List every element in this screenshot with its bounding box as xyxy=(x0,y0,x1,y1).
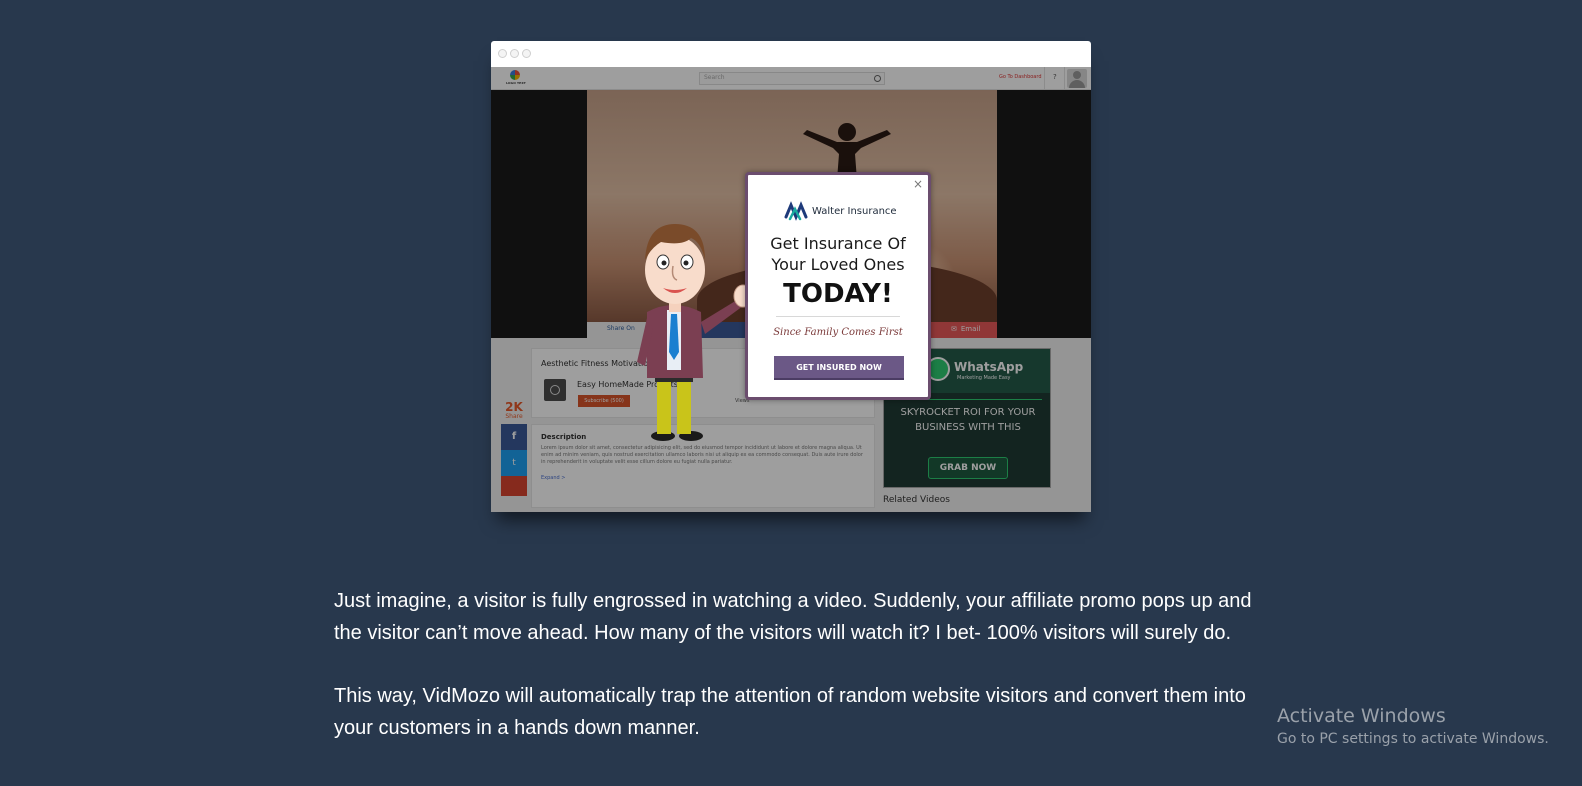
window-dot-icon xyxy=(510,49,519,58)
browser-mockup-image: LOGO TEXT Search Go To Dashboard ? Share… xyxy=(491,41,1091,512)
popup-today: TODAY! xyxy=(783,279,893,309)
walter-insurance-logo-icon xyxy=(784,201,808,221)
popup-divider xyxy=(776,316,900,317)
browser-titlebar xyxy=(491,41,1091,67)
window-dot-icon xyxy=(498,49,507,58)
popup-tagline: Since Family Comes First xyxy=(773,327,903,338)
watermark-subtitle: Go to PC settings to activate Windows. xyxy=(1277,731,1549,747)
promo-popup: × Walter Insurance Get Insurance Of Your… xyxy=(745,172,931,400)
get-insured-button: GET INSURED NOW xyxy=(774,356,904,380)
mock-page: LOGO TEXT Search Go To Dashboard ? Share… xyxy=(491,67,1091,512)
article-text: Just imagine, a visitor is fully engross… xyxy=(334,585,1254,744)
paragraph-1: Just imagine, a visitor is fully engross… xyxy=(334,590,1252,644)
close-icon: × xyxy=(912,177,923,191)
cartoon-man-image xyxy=(637,224,753,441)
popup-brand: Walter Insurance xyxy=(812,206,897,217)
paragraph-2: This way, VidMozo will automatically tra… xyxy=(334,685,1246,739)
popup-headline: Get Insurance Of Your Loved Ones xyxy=(770,234,906,274)
activate-windows-watermark: Activate Windows Go to PC settings to ac… xyxy=(1277,703,1549,749)
watermark-title: Activate Windows xyxy=(1277,705,1446,727)
window-dot-icon xyxy=(522,49,531,58)
